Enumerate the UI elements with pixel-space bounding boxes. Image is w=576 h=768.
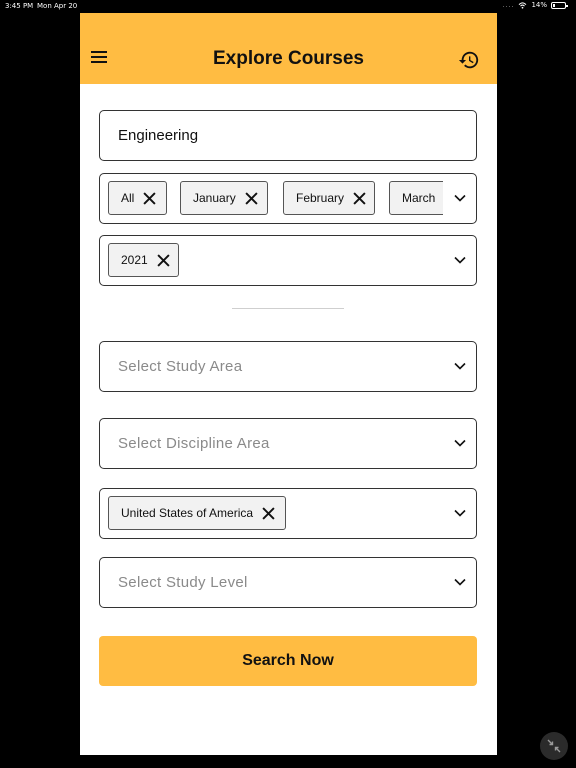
chip-year[interactable]: 2021 bbox=[108, 243, 179, 277]
study-area-select[interactable]: Select Study Area bbox=[99, 341, 477, 392]
year-select[interactable]: 2021 bbox=[99, 235, 477, 286]
chevron-down-icon[interactable] bbox=[454, 362, 466, 370]
close-icon[interactable] bbox=[143, 191, 156, 205]
month-chips: All January February March bbox=[108, 181, 443, 216]
page-title: Explore Courses bbox=[213, 48, 364, 69]
chip-label: United States of America bbox=[121, 506, 254, 520]
chip-month[interactable]: All bbox=[108, 181, 167, 215]
search-input[interactable]: Engineering bbox=[99, 110, 477, 161]
year-chips: 2021 bbox=[108, 243, 443, 278]
chip-label: February bbox=[296, 191, 345, 205]
chevron-down-icon[interactable] bbox=[454, 256, 466, 264]
close-icon[interactable] bbox=[262, 506, 275, 520]
study-level-select[interactable]: Select Study Level bbox=[99, 557, 477, 608]
study-level-placeholder: Select Study Level bbox=[118, 574, 248, 591]
history-icon[interactable] bbox=[458, 49, 480, 71]
study-area-placeholder: Select Study Area bbox=[118, 358, 243, 375]
chevron-down-icon[interactable] bbox=[454, 439, 466, 447]
discipline-area-select[interactable]: Select Discipline Area bbox=[99, 418, 477, 469]
close-icon[interactable] bbox=[353, 191, 366, 205]
search-input-value: Engineering bbox=[118, 127, 199, 144]
chip-country[interactable]: United States of America bbox=[108, 496, 286, 530]
search-now-button[interactable]: Search Now bbox=[99, 636, 477, 686]
status-time: 3:45 PM bbox=[5, 2, 34, 10]
chip-month[interactable]: January bbox=[180, 181, 268, 215]
close-icon[interactable] bbox=[157, 253, 170, 267]
battery-percent: 14% bbox=[531, 1, 547, 9]
country-select[interactable]: United States of America bbox=[99, 488, 477, 539]
month-select[interactable]: All January February March bbox=[99, 173, 477, 224]
chip-label: 2021 bbox=[121, 253, 148, 267]
discipline-area-placeholder: Select Discipline Area bbox=[118, 435, 270, 452]
chip-month[interactable]: March bbox=[389, 181, 443, 215]
status-date: Mon Apr 20 bbox=[37, 2, 78, 10]
chevron-down-icon[interactable] bbox=[454, 509, 466, 517]
wifi-icon bbox=[519, 1, 527, 9]
chip-label: January bbox=[193, 191, 236, 205]
floating-collapse-button[interactable] bbox=[540, 732, 568, 760]
explore-courses-sheet: Explore Courses Engineering All January … bbox=[80, 13, 497, 755]
chevron-down-icon[interactable] bbox=[454, 194, 466, 202]
status-indicators: .... 14% bbox=[502, 1, 568, 9]
signal-indicator: .... bbox=[502, 1, 515, 9]
collapse-arrows-icon bbox=[547, 739, 561, 753]
chevron-down-icon[interactable] bbox=[454, 578, 466, 586]
country-chips: United States of America bbox=[108, 496, 443, 531]
battery-icon bbox=[551, 1, 568, 9]
status-bar: 3:45 PM Mon Apr 20 .... 14% bbox=[0, 0, 576, 12]
chip-label: All bbox=[121, 191, 135, 205]
chip-label: March bbox=[402, 191, 436, 205]
chip-month[interactable]: February bbox=[283, 181, 375, 215]
divider bbox=[232, 308, 344, 309]
header: Explore Courses bbox=[80, 13, 497, 84]
battery-level bbox=[553, 3, 555, 7]
close-icon[interactable] bbox=[245, 191, 258, 205]
